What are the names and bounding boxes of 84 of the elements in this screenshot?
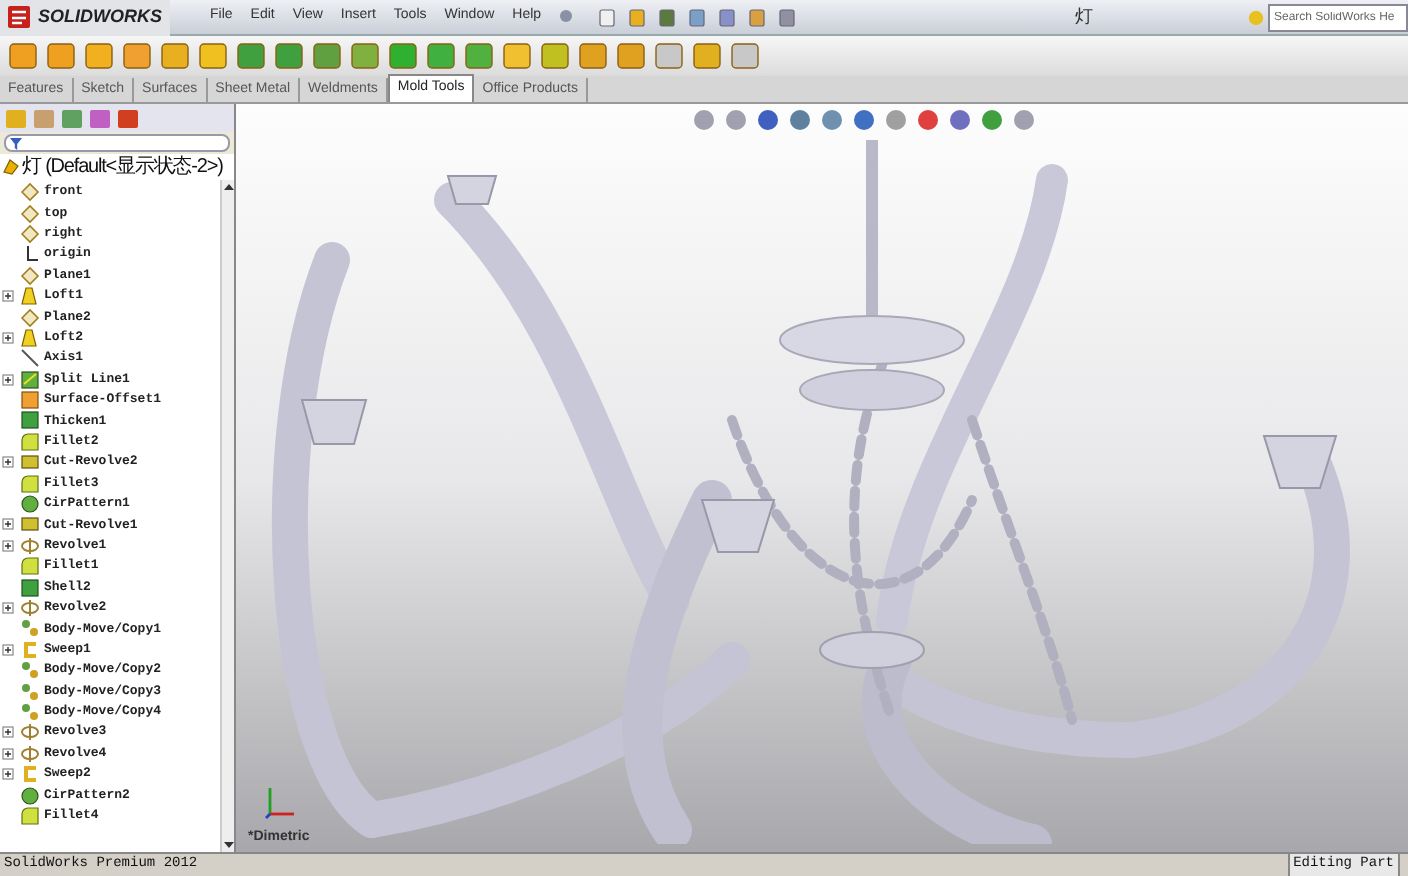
feature-icon xyxy=(20,743,40,764)
toolbar-icon[interactable] xyxy=(350,40,382,72)
view-tool-icon[interactable] xyxy=(916,108,940,132)
toolbar-icon[interactable] xyxy=(198,40,230,72)
feature-icon xyxy=(20,223,40,244)
feature-icon xyxy=(20,182,40,203)
view-tool-icon[interactable] xyxy=(788,108,812,132)
feature-icon xyxy=(20,639,40,660)
app-logo[interactable]: SOLIDWORKS xyxy=(0,0,170,35)
toolbar-icon[interactable] xyxy=(160,40,192,72)
view-tool-icon[interactable] xyxy=(948,108,972,132)
feature-icon xyxy=(20,618,40,639)
feature-icon xyxy=(20,494,40,515)
feature-icon xyxy=(20,514,40,535)
view-tool-icon[interactable] xyxy=(820,108,844,132)
expand-icon[interactable] xyxy=(2,539,14,552)
toolbar-icon[interactable] xyxy=(274,40,306,72)
part-icon xyxy=(2,158,20,176)
panel-tab-icon[interactable] xyxy=(116,107,140,129)
feature-icon xyxy=(20,660,40,681)
toolbar-icon[interactable] xyxy=(312,40,344,72)
feature-icon xyxy=(20,327,40,348)
toolbar-icon[interactable] xyxy=(84,40,116,72)
expand-icon[interactable] xyxy=(2,373,14,386)
filter-icon xyxy=(10,137,22,149)
feature-icon xyxy=(20,681,40,702)
toolbar-icon[interactable] xyxy=(236,40,268,72)
feature-icon xyxy=(20,369,40,390)
axis-triad-icon xyxy=(264,784,296,820)
feature-icon xyxy=(20,722,40,743)
scrollbar[interactable] xyxy=(220,180,234,852)
feature-icon xyxy=(20,556,40,577)
toolbar-icon[interactable] xyxy=(122,40,154,72)
toolbar-icon[interactable] xyxy=(426,40,458,72)
feature-icon xyxy=(20,390,40,411)
panel-tab-icon[interactable] xyxy=(60,107,84,129)
feature-icon xyxy=(20,764,40,785)
feature-icon xyxy=(20,265,40,286)
feature-icon xyxy=(20,286,40,307)
feature-icon xyxy=(20,701,40,722)
view-tool-icon[interactable] xyxy=(852,108,876,132)
feature-icon xyxy=(20,805,40,826)
toolbar-icon[interactable] xyxy=(388,40,420,72)
filter-field[interactable] xyxy=(4,134,230,152)
toolbar-icon[interactable] xyxy=(654,40,686,72)
expand-icon[interactable] xyxy=(2,768,14,781)
view-tool-icon[interactable] xyxy=(692,108,716,132)
toolbar-icon[interactable] xyxy=(502,40,534,72)
view-tool-icon[interactable] xyxy=(756,108,780,132)
logo-icon xyxy=(8,6,30,28)
feature-icon xyxy=(20,452,40,473)
toolbar-icon[interactable] xyxy=(730,40,762,72)
expand-icon[interactable] xyxy=(2,602,14,614)
feature-icon xyxy=(20,348,40,369)
panel-tab-icon[interactable] xyxy=(88,107,112,129)
feature-icon xyxy=(20,410,40,431)
view-tool-icon[interactable] xyxy=(724,108,748,132)
toolbar-icon[interactable] xyxy=(616,40,648,72)
expand-icon[interactable] xyxy=(2,643,14,656)
feature-icon xyxy=(20,785,40,806)
feature-icon xyxy=(20,203,40,224)
toolbar-icon[interactable] xyxy=(578,40,610,72)
view-tool-icon[interactable] xyxy=(1012,108,1036,132)
view-tool-icon[interactable] xyxy=(884,108,908,132)
feature-icon xyxy=(20,431,40,452)
expand-icon[interactable] xyxy=(2,290,14,303)
feature-icon xyxy=(20,577,40,598)
feature-icon xyxy=(20,598,40,618)
toolbar-icon[interactable] xyxy=(8,40,40,72)
toolbar-icon[interactable] xyxy=(692,40,724,72)
feature-icon xyxy=(20,535,40,556)
feature-icon xyxy=(20,307,40,328)
expand-icon[interactable] xyxy=(2,456,14,469)
toolbar-icon[interactable] xyxy=(464,40,496,72)
expand-icon[interactable] xyxy=(2,747,14,760)
view-tool-icon[interactable] xyxy=(980,108,1004,132)
window-title: 灯 xyxy=(1075,3,1094,30)
pin-icon[interactable] xyxy=(557,8,574,26)
expand-icon[interactable] xyxy=(2,331,14,344)
expand-icon[interactable] xyxy=(2,726,14,739)
expand-icon[interactable] xyxy=(2,518,14,531)
toolbar-icon[interactable] xyxy=(46,40,78,72)
feature-icon xyxy=(20,473,40,494)
toolbar-icon[interactable] xyxy=(540,40,572,72)
